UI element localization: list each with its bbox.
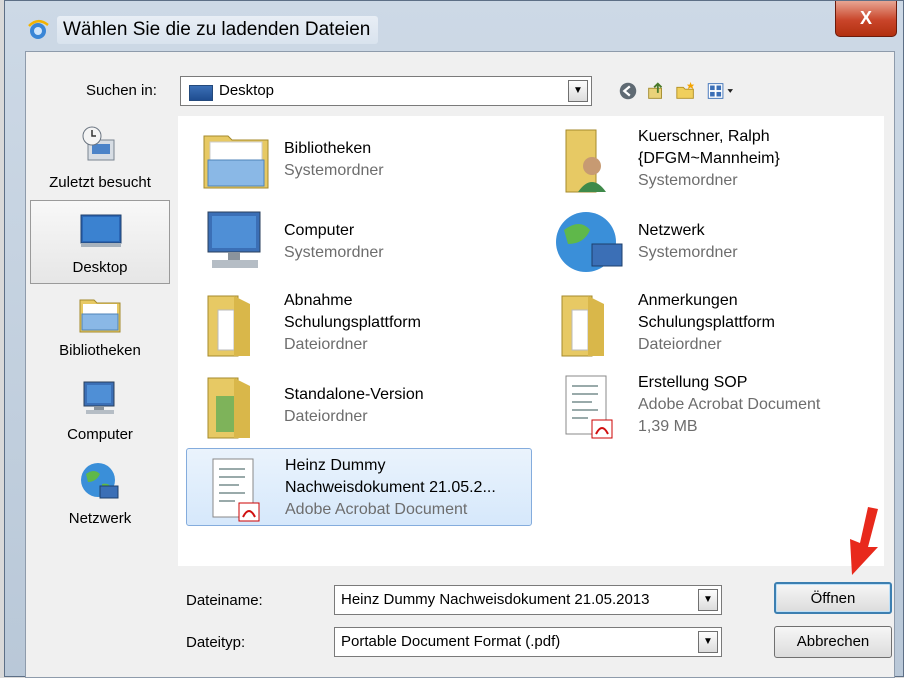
place-libraries[interactable]: Bibliotheken bbox=[30, 284, 170, 368]
list-item[interactable]: Netzwerk Systemordner bbox=[540, 202, 886, 280]
place-label: Desktop bbox=[72, 259, 128, 276]
file-type: Systemordner bbox=[284, 244, 384, 261]
place-label: Netzwerk bbox=[68, 510, 132, 527]
list-item[interactable]: Kuerschner, Ralph {DFGM~Mannheim} System… bbox=[540, 120, 886, 198]
list-item[interactable]: Erstellung SOP Adobe Acrobat Document 1,… bbox=[540, 366, 886, 444]
filename-input[interactable]: Heinz Dummy Nachweisdokument 21.05.2013 … bbox=[334, 585, 722, 615]
up-folder-icon[interactable] bbox=[644, 80, 668, 104]
file-list[interactable]: Bibliotheken Systemordner Kuerschner, Ra… bbox=[178, 116, 884, 566]
place-computer[interactable]: Computer bbox=[30, 368, 170, 452]
file-name: Erstellung SOP bbox=[638, 374, 748, 391]
desktop-icon bbox=[80, 214, 122, 247]
window-title: Wählen Sie die zu ladenden Dateien bbox=[57, 16, 379, 44]
file-name: Netzwerk bbox=[638, 222, 705, 239]
internet-explorer-icon bbox=[28, 20, 49, 39]
libraries-icon bbox=[203, 135, 269, 189]
filename-label: Dateiname: bbox=[186, 592, 263, 609]
user-folder-icon bbox=[565, 129, 606, 193]
computer-icon bbox=[207, 211, 261, 268]
place-label: Bibliotheken bbox=[59, 342, 141, 359]
back-icon[interactable] bbox=[616, 80, 640, 104]
list-item-selected[interactable]: Heinz Dummy Nachweisdokument 21.05.2... … bbox=[186, 448, 532, 526]
place-label: Zuletzt besucht bbox=[49, 174, 151, 191]
place-recent[interactable]: Zuletzt besucht bbox=[30, 116, 170, 200]
file-name-line2: Schulungsplattform bbox=[638, 314, 775, 331]
file-type: Systemordner bbox=[638, 172, 738, 189]
list-item[interactable]: Bibliotheken Systemordner bbox=[186, 120, 532, 198]
places-bar: Zuletzt besucht Desktop Bibliotheken Com… bbox=[26, 116, 174, 536]
filename-value: Heinz Dummy Nachweisdokument 21.05.2013 bbox=[341, 591, 650, 608]
view-menu-icon[interactable] bbox=[704, 80, 740, 104]
recent-places-icon bbox=[82, 126, 115, 161]
desktop-icon bbox=[189, 85, 213, 101]
list-item[interactable]: Abnahme Schulungsplattform Dateiordner bbox=[186, 284, 532, 362]
chevron-down-icon[interactable]: ▼ bbox=[698, 589, 718, 611]
file-type: Dateiordner bbox=[638, 336, 722, 353]
file-name-line2: Schulungsplattform bbox=[284, 314, 421, 331]
libraries-icon bbox=[79, 299, 121, 333]
file-name: Heinz Dummy bbox=[285, 457, 386, 474]
open-button[interactable]: Öffnen bbox=[774, 582, 892, 614]
file-name: Anmerkungen bbox=[638, 292, 738, 309]
pdf-icon bbox=[212, 458, 260, 522]
file-type: Adobe Acrobat Document bbox=[638, 396, 821, 413]
dialog-window: Wählen Sie die zu ladenden Dateien X Suc… bbox=[4, 0, 904, 678]
folder-icon bbox=[207, 295, 250, 357]
lookin-dropdown[interactable]: Desktop ▼ bbox=[180, 76, 592, 106]
file-name: Bibliotheken bbox=[284, 140, 372, 157]
list-item[interactable]: Computer Systemordner bbox=[186, 202, 532, 280]
dialog-client-area: Suchen in: Desktop ▼ Zuletzt besucht Des… bbox=[25, 51, 895, 678]
lookin-label: Suchen in: bbox=[86, 82, 157, 99]
file-name-line2: {DFGM~Mannheim} bbox=[638, 150, 780, 167]
file-type: Dateiordner bbox=[284, 336, 368, 353]
cancel-button[interactable]: Abbrechen bbox=[774, 626, 892, 658]
network-icon bbox=[556, 212, 623, 272]
list-item[interactable]: Standalone-Version Dateiordner bbox=[186, 366, 532, 444]
title-bar[interactable]: Wählen Sie die zu ladenden Dateien X bbox=[5, 1, 903, 51]
file-name: Standalone-Version bbox=[284, 386, 424, 403]
lookin-value: Desktop bbox=[219, 82, 275, 99]
file-type: Systemordner bbox=[638, 244, 738, 261]
file-name: Abnahme bbox=[284, 292, 353, 309]
file-type: Systemordner bbox=[284, 162, 384, 179]
file-name: Computer bbox=[284, 222, 355, 239]
folder-icon bbox=[207, 377, 250, 439]
file-name: Kuerschner, Ralph bbox=[638, 128, 770, 145]
annotation-arrow-icon bbox=[850, 507, 878, 575]
filetype-value: Portable Document Format (.pdf) bbox=[341, 633, 561, 650]
computer-icon bbox=[83, 381, 115, 414]
place-network[interactable]: Netzwerk bbox=[30, 452, 170, 536]
place-label: Computer bbox=[67, 426, 133, 443]
pdf-icon bbox=[565, 375, 613, 439]
list-item[interactable]: Anmerkungen Schulungsplattform Dateiordn… bbox=[540, 284, 886, 362]
new-folder-icon[interactable] bbox=[674, 80, 698, 104]
close-button[interactable]: X bbox=[835, 1, 897, 37]
filetype-label: Dateityp: bbox=[186, 634, 246, 651]
folder-icon bbox=[561, 295, 604, 357]
file-type: Dateiordner bbox=[284, 408, 368, 425]
file-size: 1,39 MB bbox=[638, 418, 698, 435]
file-name-line2: Nachweisdokument 21.05.2... bbox=[285, 479, 496, 496]
file-type: Adobe Acrobat Document bbox=[285, 501, 468, 518]
chevron-down-icon[interactable]: ▼ bbox=[568, 80, 588, 102]
network-icon bbox=[81, 463, 119, 499]
place-desktop[interactable]: Desktop bbox=[30, 200, 170, 284]
chevron-down-icon[interactable]: ▼ bbox=[698, 631, 718, 653]
filetype-select[interactable]: Portable Document Format (.pdf) ▼ bbox=[334, 627, 722, 657]
